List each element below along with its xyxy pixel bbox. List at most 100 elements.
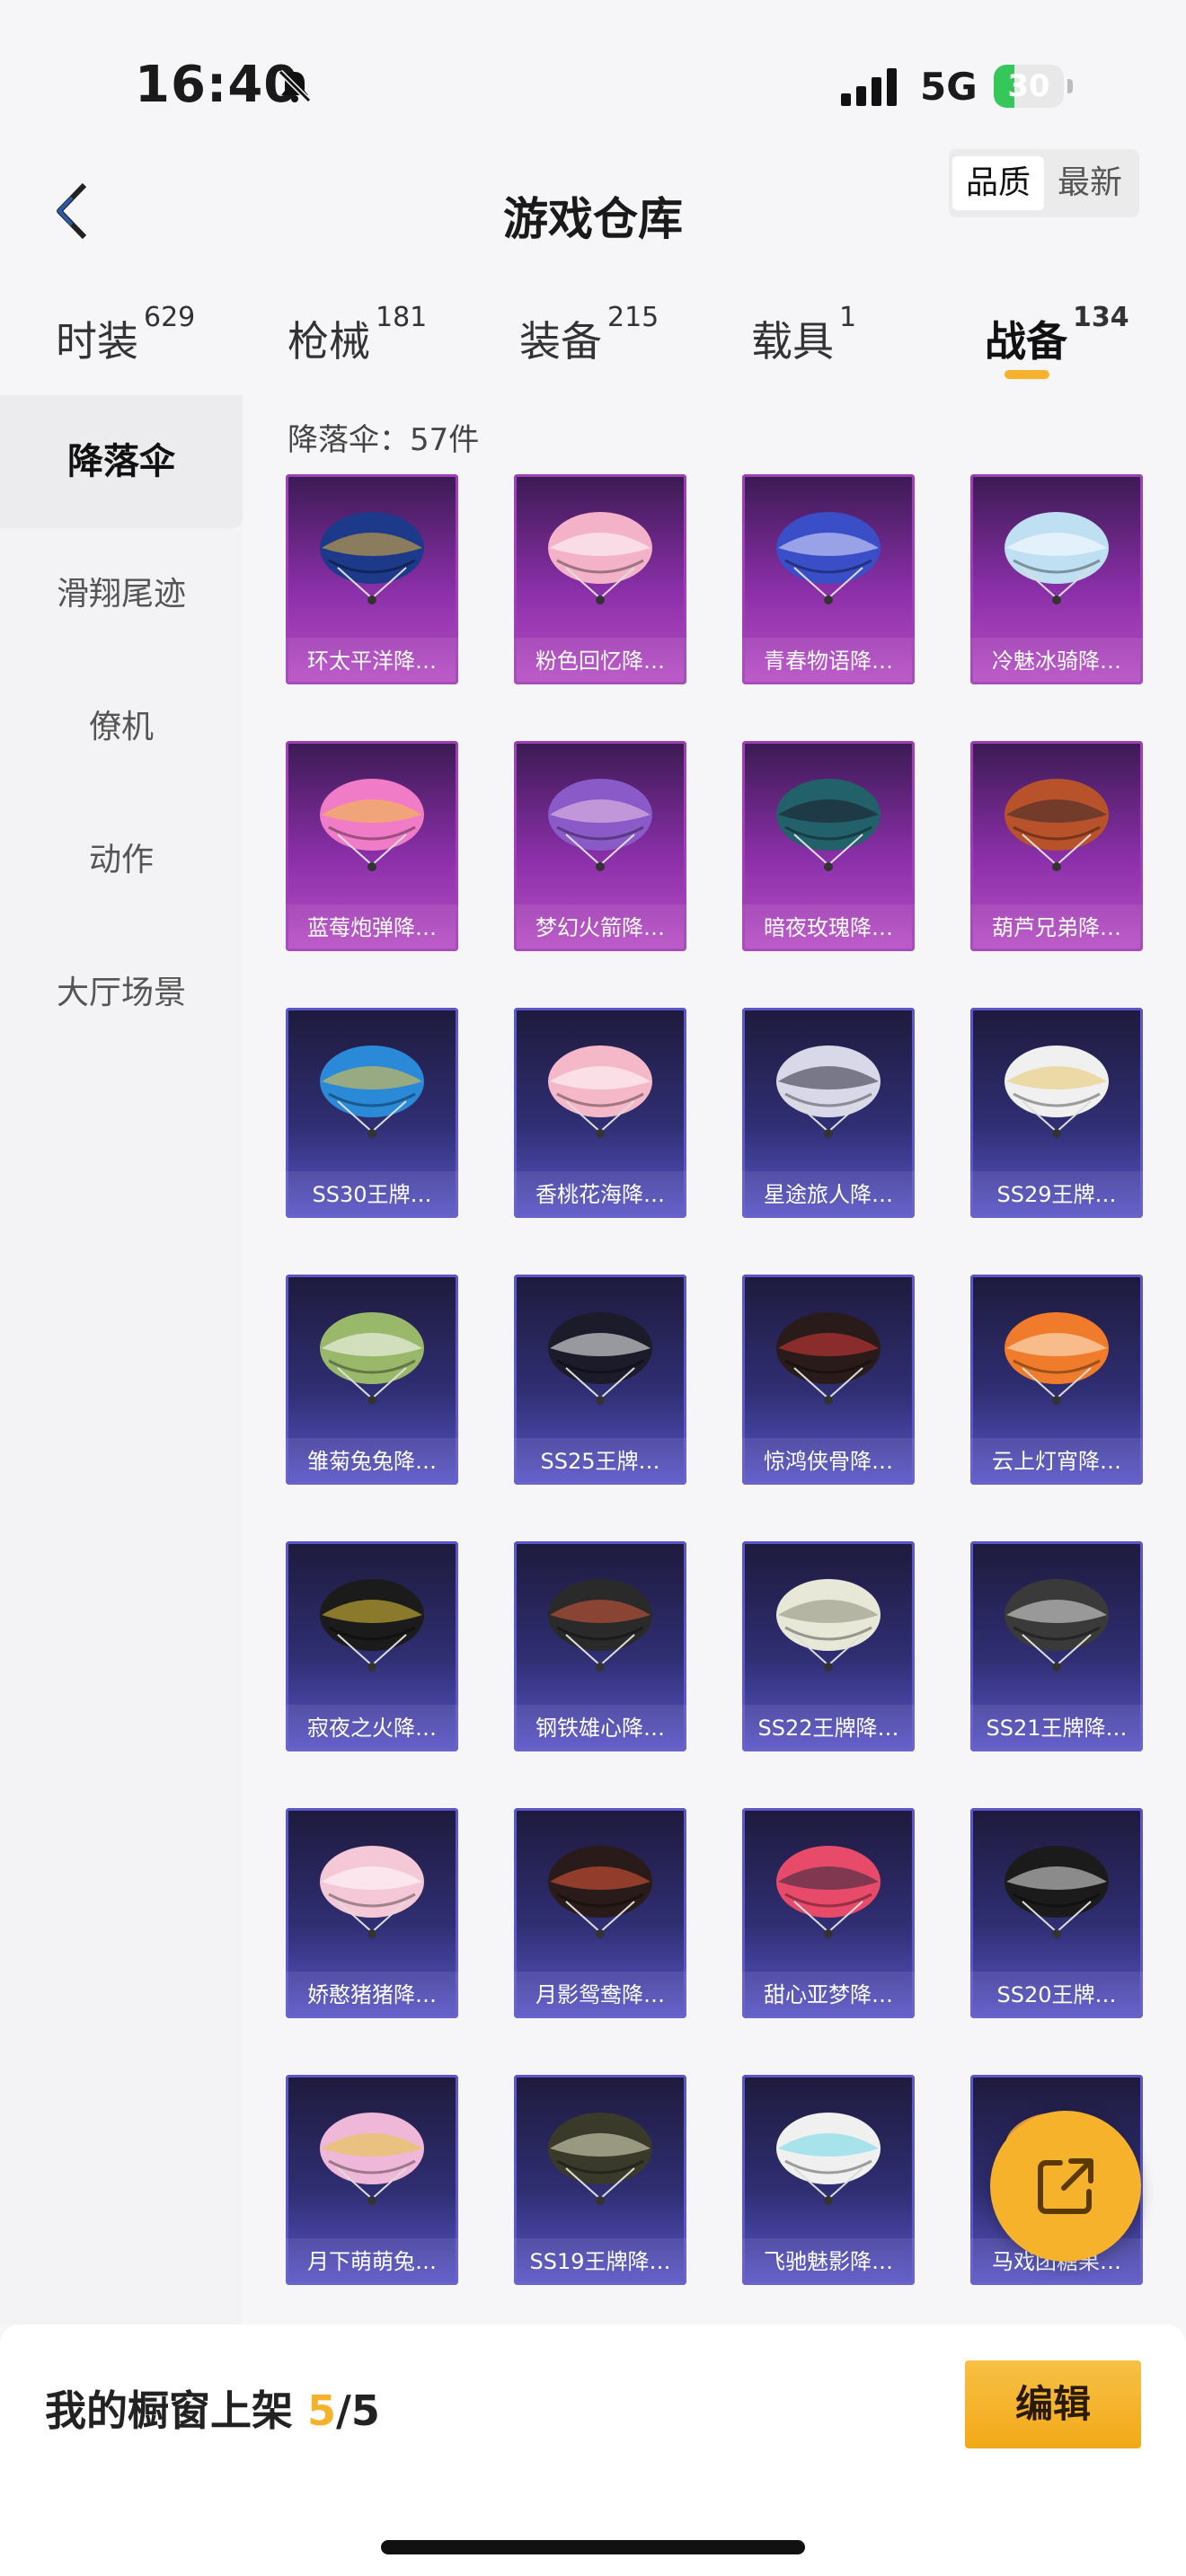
item-card[interactable]: 星途旅人降…: [742, 1008, 915, 1218]
parachute-icon: [320, 1846, 424, 1938]
item-card[interactable]: 寂夜之火降…: [286, 1541, 458, 1751]
item-name: 蓝莓炮弹降…: [286, 904, 458, 951]
parachute-icon: [548, 1579, 652, 1672]
item-card[interactable]: 月影鸳鸯降…: [514, 1808, 686, 2018]
item-card[interactable]: 暗夜玫瑰降…: [742, 741, 915, 951]
tab-guns[interactable]: 枪械 181: [288, 302, 427, 368]
item-name: SS25王牌…: [514, 1438, 686, 1485]
home-indicator: [381, 2540, 805, 2554]
share-button[interactable]: [990, 2111, 1141, 2262]
parachute-icon: [1005, 779, 1109, 871]
parachute-icon: [776, 1045, 881, 1138]
parachute-icon: [1005, 512, 1109, 604]
item-name: SS30王牌…: [286, 1171, 458, 1218]
item-card[interactable]: SS30王牌…: [286, 1008, 458, 1218]
item-name: 娇憨猪猪降…: [286, 1972, 458, 2018]
item-name: 月下萌萌兔…: [286, 2238, 458, 2285]
sidebar-item-glide-trail[interactable]: 滑翔尾迹: [0, 528, 243, 661]
showcase-total: /5: [336, 2386, 380, 2435]
parachute-icon: [1005, 1846, 1109, 1938]
item-name: 香桃花海降…: [514, 1171, 686, 1218]
item-card[interactable]: 青春物语降…: [742, 474, 915, 684]
item-card[interactable]: SS21王牌降…: [970, 1541, 1143, 1751]
item-card[interactable]: 月下萌萌兔…: [286, 2075, 458, 2285]
parachute-icon: [320, 2113, 424, 2205]
parachute-icon: [1005, 1312, 1109, 1405]
sidebar-item-emote[interactable]: 动作: [0, 794, 243, 927]
parachute-icon: [320, 1045, 424, 1138]
item-name: 星途旅人降…: [742, 1171, 915, 1218]
item-card[interactable]: 甜心亚梦降…: [742, 1808, 915, 2018]
edit-button[interactable]: 编辑: [965, 2360, 1141, 2448]
item-card[interactable]: 冷魅冰骑降…: [970, 474, 1143, 684]
bottom-bar: 我的橱窗上架 5/5 编辑: [0, 2325, 1186, 2576]
share-icon: [1038, 2158, 1093, 2214]
sidebar-item-parachute[interactable]: 降落伞: [0, 395, 243, 528]
showcase-current: 5: [307, 2386, 337, 2435]
item-name: SS20王牌…: [970, 1972, 1143, 2018]
parachute-icon: [320, 779, 424, 871]
item-card[interactable]: 娇憨猪猪降…: [286, 1808, 458, 2018]
parachute-icon: [320, 1579, 424, 1672]
item-card[interactable]: SS20王牌…: [970, 1808, 1143, 2018]
sidebar-item-wingman[interactable]: 僚机: [0, 661, 243, 794]
parachute-icon: [776, 2113, 881, 2205]
item-card[interactable]: SS19王牌降…: [514, 2075, 686, 2285]
item-card[interactable]: 环太平洋降…: [286, 474, 458, 684]
parachute-icon: [776, 512, 881, 604]
battery-icon: 30: [994, 65, 1075, 108]
showcase-status: 我的橱窗上架 5/5: [45, 2386, 380, 2435]
item-name: 云上灯宵降…: [970, 1438, 1143, 1485]
tab-vehicles[interactable]: 载具 1: [751, 302, 856, 368]
parachute-icon: [548, 779, 652, 871]
item-card[interactable]: 香桃花海降…: [514, 1008, 686, 1218]
status-bar: 16:40 5G 30: [0, 0, 1186, 171]
parachute-icon: [1005, 1045, 1109, 1138]
tab-equipment[interactable]: 装备 215: [519, 302, 659, 368]
tab-fashion[interactable]: 时装 629: [56, 302, 195, 368]
item-card[interactable]: 葫芦兄弟降…: [970, 741, 1143, 951]
item-name: 甜心亚梦降…: [742, 1972, 915, 2018]
item-name: 粉色回忆降…: [514, 638, 686, 684]
parachute-icon: [320, 1312, 424, 1405]
item-name: 雏菊兔兔降…: [286, 1438, 458, 1485]
item-name: 惊鸿侠骨降…: [742, 1438, 915, 1485]
item-card[interactable]: 钢铁雄心降…: [514, 1541, 686, 1751]
item-card[interactable]: 飞驰魅影降…: [742, 2075, 915, 2285]
cellular-signal-icon: [841, 68, 897, 106]
item-name: 月影鸳鸯降…: [514, 1972, 686, 2018]
parachute-icon: [548, 512, 652, 604]
item-card[interactable]: 梦幻火箭降…: [514, 741, 686, 951]
sidebar-item-lobby-scene[interactable]: 大厅场景: [0, 927, 243, 1060]
item-name: 寂夜之火降…: [286, 1705, 458, 1751]
item-name: SS19王牌降…: [514, 2238, 686, 2285]
item-card[interactable]: 惊鸿侠骨降…: [742, 1275, 915, 1485]
parachute-icon: [548, 1045, 652, 1138]
item-name: 钢铁雄心降…: [514, 1705, 686, 1751]
item-card[interactable]: SS29王牌…: [970, 1008, 1143, 1218]
item-card[interactable]: 粉色回忆降…: [514, 474, 686, 684]
sort-quality-button[interactable]: 品质: [952, 156, 1044, 210]
network-type: 5G: [920, 65, 978, 109]
parachute-icon: [776, 779, 881, 871]
parachute-icon: [776, 1312, 881, 1405]
parachute-icon: [320, 512, 424, 604]
parachute-icon: [548, 1312, 652, 1405]
item-name: 飞驰魅影降…: [742, 2238, 915, 2285]
item-name: 青春物语降…: [742, 638, 915, 684]
item-name: 葫芦兄弟降…: [970, 904, 1143, 951]
parachute-icon: [776, 1846, 881, 1938]
battery-percent: 30: [1007, 68, 1050, 104]
item-name: 环太平洋降…: [286, 638, 458, 684]
item-name: 冷魅冰骑降…: [970, 638, 1143, 684]
item-card[interactable]: SS25王牌…: [514, 1275, 686, 1485]
sort-newest-button[interactable]: 最新: [1044, 156, 1136, 210]
item-card[interactable]: 云上灯宵降…: [970, 1275, 1143, 1485]
item-card[interactable]: SS22王牌降…: [742, 1541, 915, 1751]
item-name: SS21王牌降…: [970, 1705, 1143, 1751]
item-card[interactable]: 雏菊兔兔降…: [286, 1275, 458, 1485]
item-name: SS29王牌…: [970, 1171, 1143, 1218]
active-tab-indicator: [1005, 370, 1049, 379]
tab-combat-gear[interactable]: 战备 134: [985, 302, 1129, 368]
item-card[interactable]: 蓝莓炮弹降…: [286, 741, 458, 951]
